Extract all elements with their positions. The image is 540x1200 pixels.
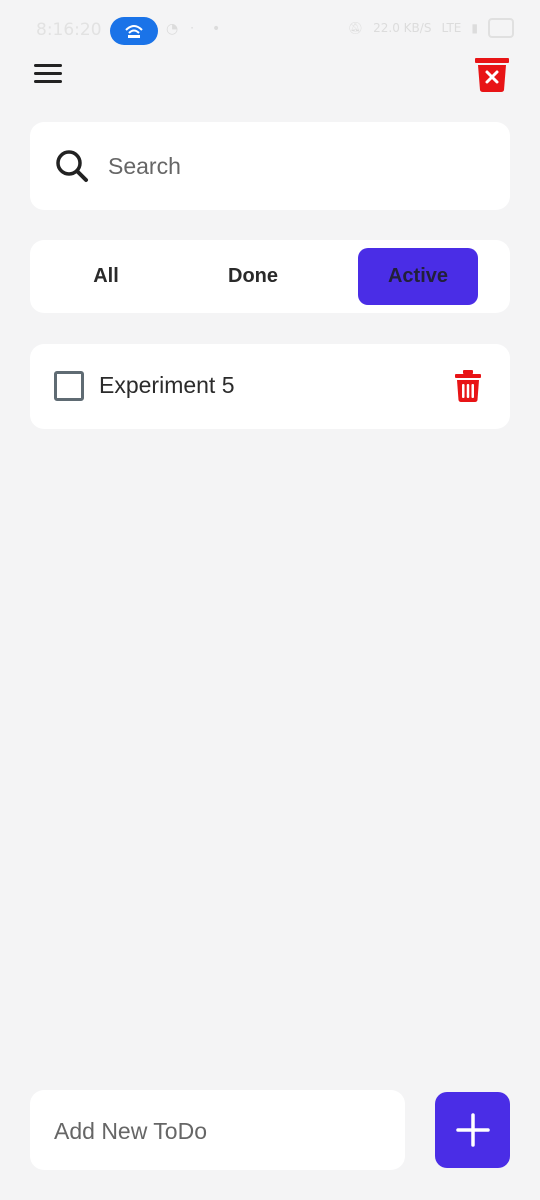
mute-icon: 🔕︎	[347, 21, 364, 35]
search-icon	[56, 150, 88, 182]
app-screen: 8:16:20 ◔ ᐧ • 🔕︎ 22.0 KB/S LTE ▮ Search …	[0, 0, 540, 1200]
dot-icon: •	[212, 21, 221, 37]
trash-icon	[455, 370, 481, 402]
todo-text: Experiment 5	[99, 372, 235, 398]
plus-icon	[456, 1113, 490, 1147]
todo-delete-button[interactable]	[454, 369, 482, 403]
clear-all-button[interactable]	[472, 55, 512, 93]
network-speed: 22.0 KB/S	[373, 21, 432, 35]
add-todo-input[interactable]	[54, 1112, 384, 1150]
hotspot-indicator	[110, 17, 158, 45]
status-bar: 8:16:20 ◔ ᐧ • 🔕︎ 22.0 KB/S LTE ▮	[0, 0, 540, 60]
alert-icon: ᐧ	[190, 21, 194, 37]
trash-x-icon	[475, 58, 509, 92]
hamburger-menu-icon	[34, 64, 62, 83]
battery-icon	[488, 18, 514, 38]
tab-done[interactable]: Done	[193, 248, 313, 305]
network-type: LTE	[441, 21, 462, 35]
signal-icon: ▮	[471, 21, 478, 35]
message-icon: ◔	[166, 21, 179, 37]
status-right-group: 🔕︎ 22.0 KB/S LTE ▮	[348, 18, 514, 38]
todo-checkbox[interactable]	[54, 371, 84, 401]
add-todo-button[interactable]	[435, 1092, 510, 1168]
tab-active[interactable]: Active	[358, 248, 478, 305]
search-input[interactable]	[108, 145, 478, 187]
hotspot-icon	[125, 25, 143, 38]
menu-button[interactable]	[30, 58, 66, 90]
tab-all[interactable]: All	[46, 248, 166, 305]
status-time: 8:16:20	[36, 20, 102, 40]
